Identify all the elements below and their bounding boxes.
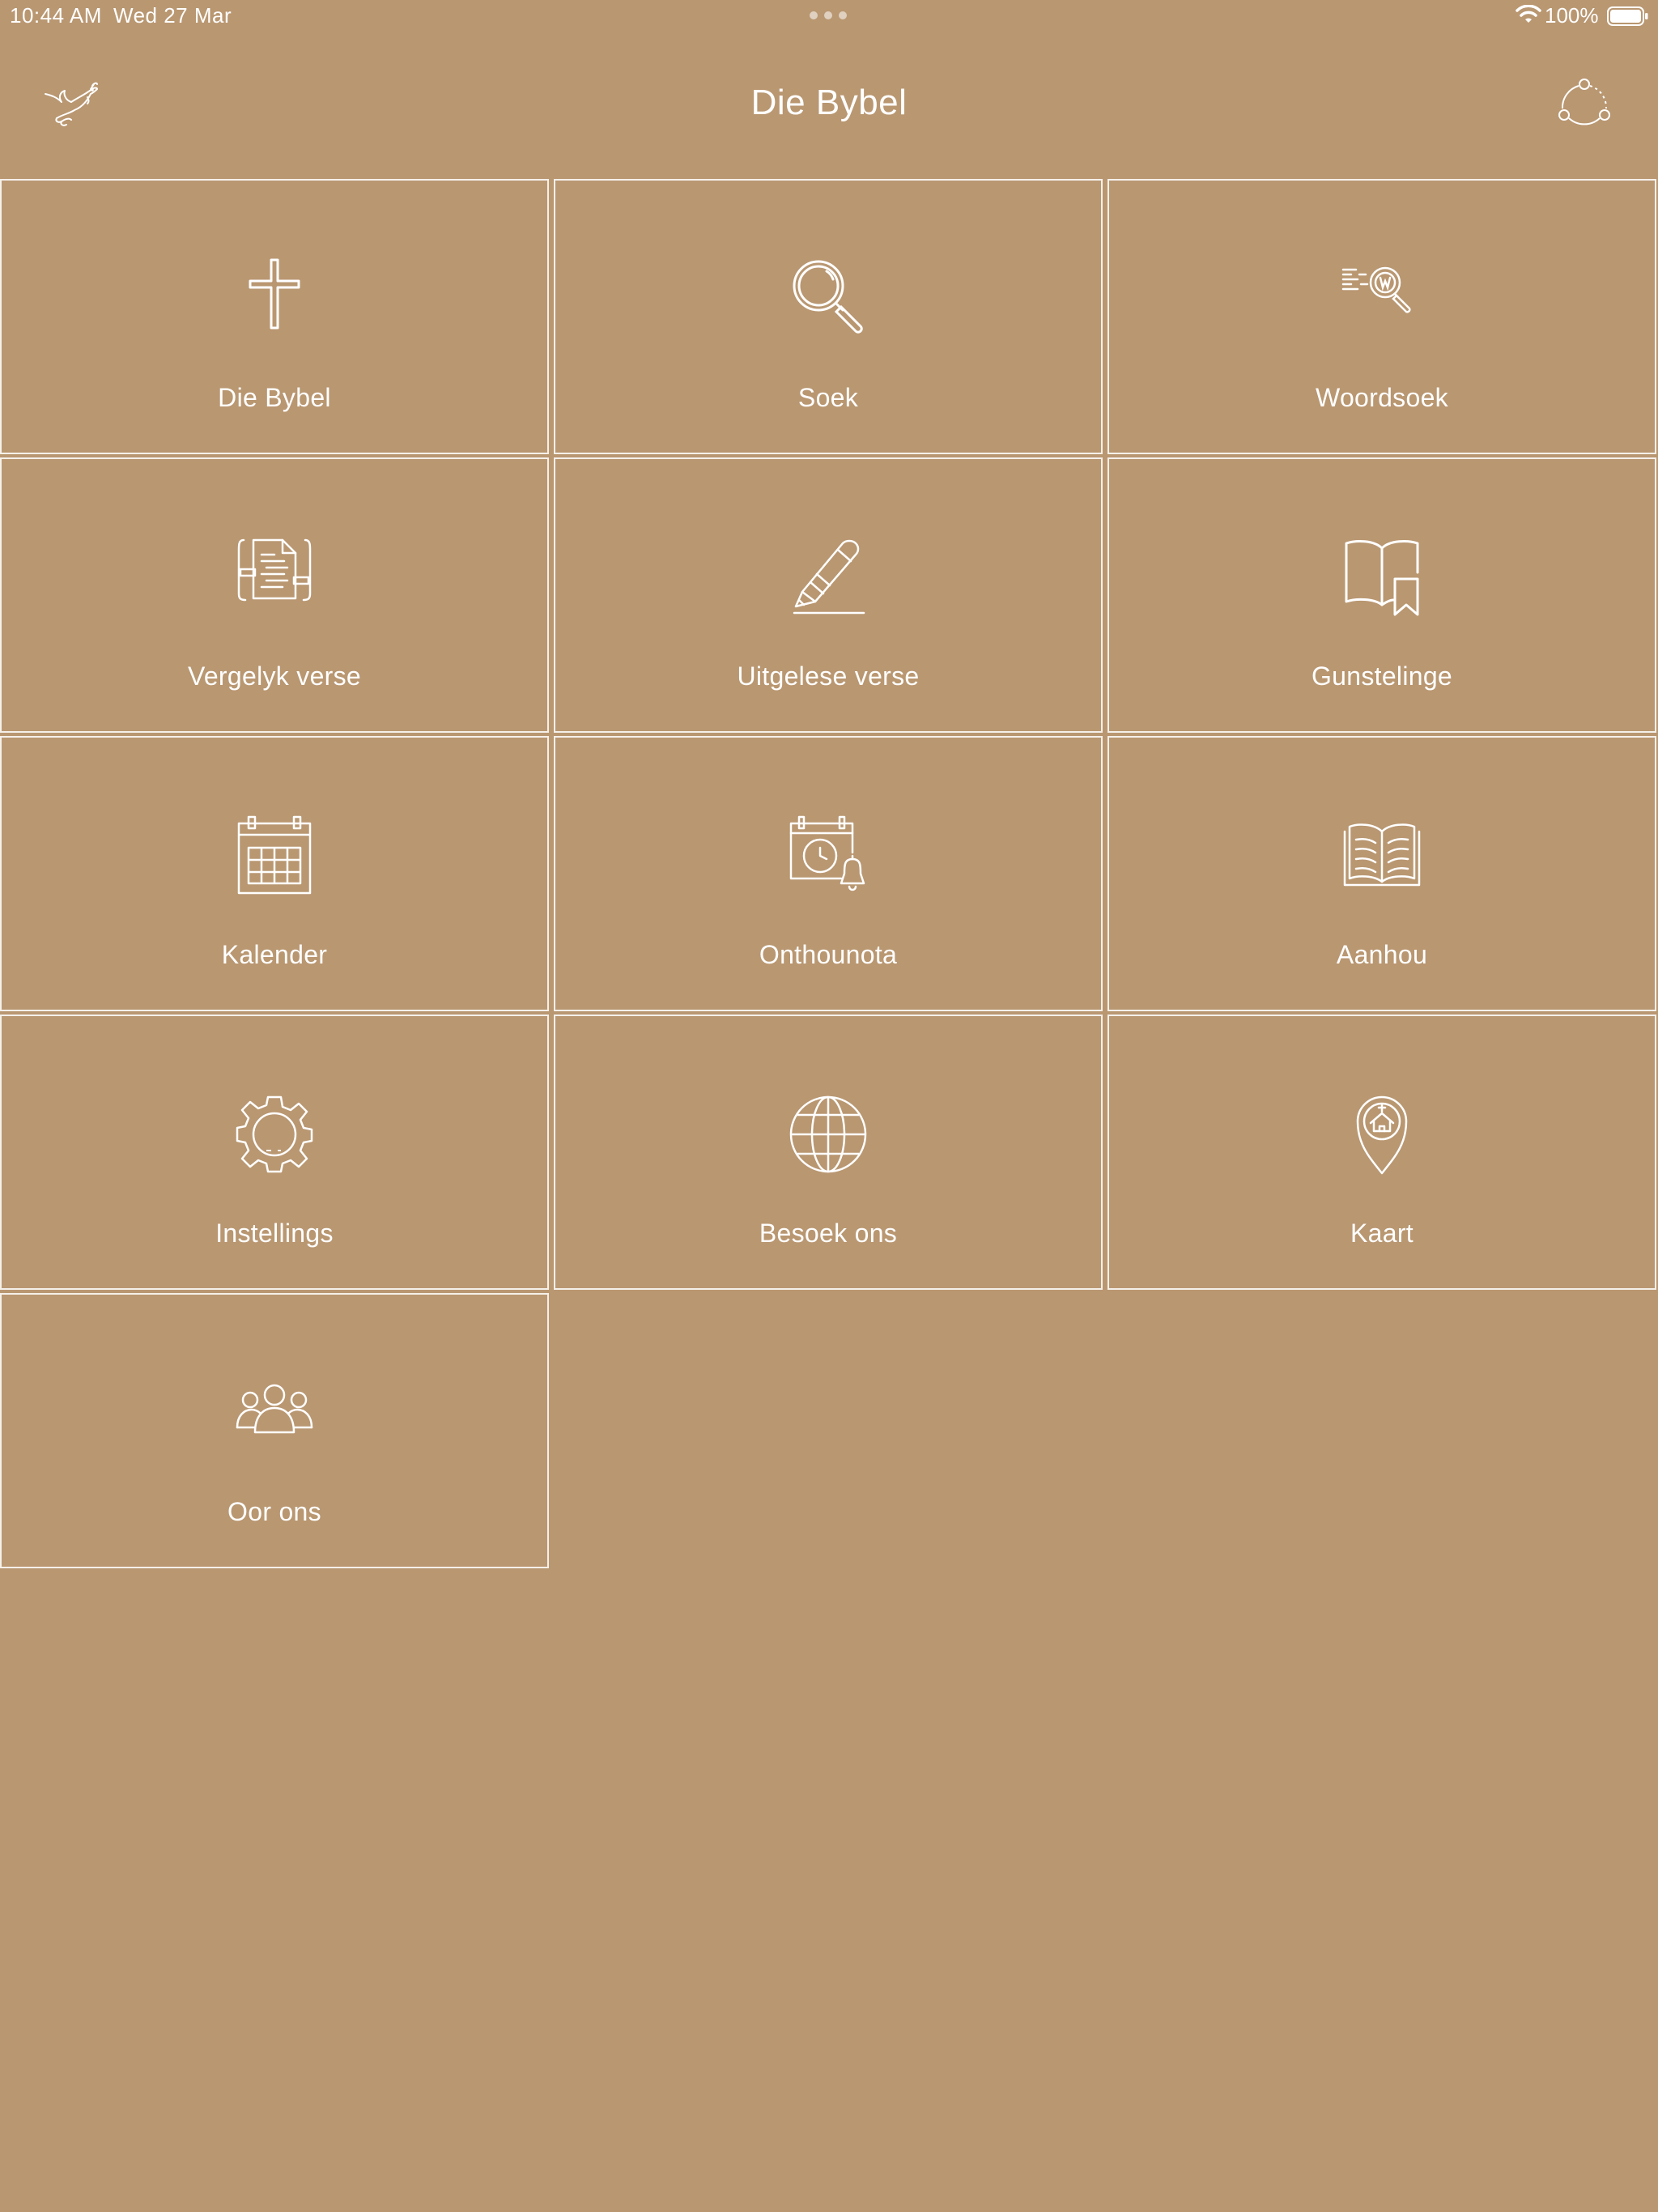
page-title: Die Bybel — [750, 83, 908, 122]
tile-soek[interactable]: Soek — [554, 179, 1103, 454]
word-search-icon — [1341, 258, 1422, 339]
tile-label: Oor ons — [227, 1497, 321, 1526]
tile-label: Instellings — [215, 1219, 334, 1248]
compare-verses-icon — [234, 537, 315, 618]
book-bookmark-icon — [1341, 537, 1422, 618]
gear-icon — [234, 1094, 315, 1175]
tile-label: Woordsoek — [1316, 383, 1448, 412]
wifi-icon — [1516, 5, 1541, 26]
calendar-icon — [234, 815, 315, 896]
tile-label: Uitgelese verse — [737, 661, 920, 691]
status-time: 10:44 AM — [10, 3, 102, 28]
tile-label: Kalender — [221, 940, 328, 969]
tile-label: Gunstelinge — [1311, 661, 1453, 691]
status-bar: 10:44 AM Wed 27 Mar 100% — [0, 0, 1658, 32]
tile-label: Soek — [797, 383, 859, 412]
people-icon — [234, 1372, 315, 1453]
tile-die-bybel[interactable]: Die Bybel — [0, 179, 549, 454]
reminder-icon — [788, 815, 869, 896]
share-icon[interactable] — [1558, 78, 1611, 131]
tile-label: Kaart — [1350, 1219, 1414, 1248]
battery-icon — [1607, 6, 1649, 26]
tile-onthounota[interactable]: Onthounota — [554, 736, 1103, 1011]
tile-uitgelese-verse[interactable]: Uitgelese verse — [554, 457, 1103, 733]
open-book-icon — [1341, 815, 1422, 896]
map-pin-icon — [1341, 1094, 1422, 1175]
tile-oor-ons[interactable]: Oor ons — [0, 1293, 549, 1568]
tile-aanhou[interactable]: Aanhou — [1107, 736, 1656, 1011]
tile-instellings[interactable]: Instellings — [0, 1015, 549, 1290]
tile-label: Die Bybel — [218, 383, 331, 412]
tile-label: Onthounota — [759, 940, 898, 969]
tile-vergelyk-verse[interactable]: Vergelyk verse — [0, 457, 549, 733]
multitasking-dots-icon[interactable] — [810, 11, 847, 19]
tile-label: Vergelyk verse — [187, 661, 362, 691]
tile-label: Besoek ons — [759, 1219, 898, 1248]
status-date: Wed 27 Mar — [113, 3, 232, 28]
search-icon — [788, 258, 869, 339]
battery-percentage: 100% — [1545, 3, 1599, 28]
tile-besoek-ons[interactable]: Besoek ons — [554, 1015, 1103, 1290]
tile-woordsoek[interactable]: Woordsoek — [1107, 179, 1656, 454]
tile-gunstelinge[interactable]: Gunstelinge — [1107, 457, 1656, 733]
globe-icon — [788, 1094, 869, 1175]
tile-label: Aanhou — [1336, 940, 1428, 969]
tile-kalender[interactable]: Kalender — [0, 736, 549, 1011]
tile-kaart[interactable]: Kaart — [1107, 1015, 1656, 1290]
navigation-bar: Die Bybel — [0, 32, 1658, 178]
cross-icon — [234, 258, 315, 339]
pencil-icon — [788, 537, 869, 618]
